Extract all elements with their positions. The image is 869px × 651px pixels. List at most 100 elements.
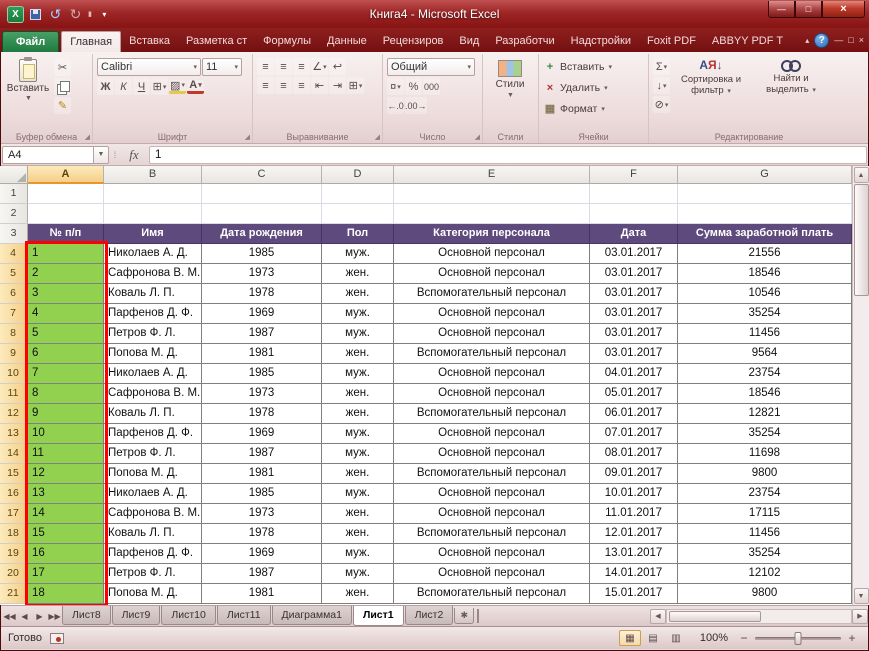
cell-C18[interactable]: 1978 <box>202 524 322 544</box>
cell-E20[interactable]: Основной персонал <box>394 564 590 584</box>
borders-icon[interactable]: ⊞▾ <box>151 78 168 95</box>
cell-G9[interactable]: 9564 <box>678 344 852 364</box>
decrease-decimal-icon[interactable]: .00→ <box>405 97 427 114</box>
minimize-ribbon-icon[interactable]: ▴ <box>805 36 809 45</box>
excel-app-icon[interactable]: X <box>7 6 24 23</box>
cell-C11[interactable]: 1973 <box>202 384 322 404</box>
cell-D16[interactable]: муж. <box>322 484 394 504</box>
horizontal-scroll-thumb[interactable] <box>669 611 761 622</box>
zoom-level[interactable]: 100% <box>696 632 728 644</box>
orientation-icon[interactable]: ∠▾ <box>311 58 328 75</box>
undo-button[interactable]: ↺ <box>47 6 64 23</box>
styles-button[interactable]: Стили ▼ <box>487 56 533 99</box>
scroll-up-icon[interactable]: ▲ <box>854 167 869 183</box>
cell-E16[interactable]: Основной персонал <box>394 484 590 504</box>
cell-A2[interactable] <box>28 204 104 224</box>
cell-F18[interactable]: 12.01.2017 <box>590 524 678 544</box>
sort-filter-button[interactable]: АЯ↓ Сортировка и фильтр ▾ <box>672 56 750 129</box>
zoom-track[interactable] <box>755 637 841 640</box>
cell-G3[interactable]: Сумма заработной плать <box>678 224 852 244</box>
cell-F19[interactable]: 13.01.2017 <box>590 544 678 564</box>
cell-A1[interactable] <box>28 184 104 204</box>
cell-D2[interactable] <box>322 204 394 224</box>
cell-A21[interactable]: 18 <box>28 584 104 604</box>
cell-B13[interactable]: Парфенов Д. Ф. <box>104 424 202 444</box>
cell-D17[interactable]: жен. <box>322 504 394 524</box>
cell-C14[interactable]: 1987 <box>202 444 322 464</box>
row-header-18[interactable]: 18 <box>0 524 28 544</box>
cell-B4[interactable]: Николаев А. Д. <box>104 244 202 264</box>
cell-G6[interactable]: 10546 <box>678 284 852 304</box>
row-header-12[interactable]: 12 <box>0 404 28 424</box>
cell-F12[interactable]: 06.01.2017 <box>590 404 678 424</box>
tab-Разработчи[interactable]: Разработчи <box>487 31 562 52</box>
cell-F2[interactable] <box>590 204 678 224</box>
cell-D6[interactable]: жен. <box>322 284 394 304</box>
prev-sheet-icon[interactable]: ◀ <box>17 609 32 624</box>
page-break-view-button[interactable]: ▥ <box>665 630 687 646</box>
cell-F13[interactable]: 07.01.2017 <box>590 424 678 444</box>
insert-function-icon[interactable]: fx <box>121 147 147 163</box>
align-center-icon[interactable]: ≡ <box>275 77 292 94</box>
cell-F10[interactable]: 04.01.2017 <box>590 364 678 384</box>
cell-D19[interactable]: муж. <box>322 544 394 564</box>
cell-A7[interactable]: 4 <box>28 304 104 324</box>
row-header-3[interactable]: 3 <box>0 224 28 244</box>
cell-E1[interactable] <box>394 184 590 204</box>
clipboard-dialog-launcher[interactable]: ◢ <box>85 133 90 141</box>
cell-B11[interactable]: Сафронова В. М. <box>104 384 202 404</box>
row-header-11[interactable]: 11 <box>0 384 28 404</box>
cell-G12[interactable]: 12821 <box>678 404 852 424</box>
row-header-4[interactable]: 4 <box>0 244 28 264</box>
cell-F17[interactable]: 11.01.2017 <box>590 504 678 524</box>
cell-D12[interactable]: жен. <box>322 404 394 424</box>
row-header-10[interactable]: 10 <box>0 364 28 384</box>
cell-A11[interactable]: 8 <box>28 384 104 404</box>
scroll-down-icon[interactable]: ▼ <box>854 588 869 604</box>
scroll-right-icon[interactable]: ▶ <box>852 609 868 624</box>
cell-A15[interactable]: 12 <box>28 464 104 484</box>
column-header-C[interactable]: C <box>202 166 322 184</box>
next-sheet-icon[interactable]: ▶ <box>32 609 47 624</box>
cell-E3[interactable]: Категория персонала <box>394 224 590 244</box>
cell-B14[interactable]: Петров Ф. Л. <box>104 444 202 464</box>
cell-A13[interactable]: 10 <box>28 424 104 444</box>
cell-A5[interactable]: 2 <box>28 264 104 284</box>
cell-E7[interactable]: Основной персонал <box>394 304 590 324</box>
increase-indent-icon[interactable]: ⇥ <box>329 77 346 94</box>
cell-C1[interactable] <box>202 184 322 204</box>
cell-E19[interactable]: Основной персонал <box>394 544 590 564</box>
cell-G11[interactable]: 18546 <box>678 384 852 404</box>
cell-E18[interactable]: Вспомогательный персонал <box>394 524 590 544</box>
cell-F7[interactable]: 03.01.2017 <box>590 304 678 324</box>
cell-D14[interactable]: муж. <box>322 444 394 464</box>
cell-C15[interactable]: 1981 <box>202 464 322 484</box>
comma-style-button[interactable]: 000 <box>423 78 440 95</box>
cell-F15[interactable]: 09.01.2017 <box>590 464 678 484</box>
cell-D7[interactable]: муж. <box>322 304 394 324</box>
cell-C16[interactable]: 1985 <box>202 484 322 504</box>
cell-G2[interactable] <box>678 204 852 224</box>
italic-button[interactable]: К <box>115 78 132 95</box>
cell-F16[interactable]: 10.01.2017 <box>590 484 678 504</box>
cell-E14[interactable]: Основной персонал <box>394 444 590 464</box>
align-right-icon[interactable]: ≡ <box>293 77 310 94</box>
cell-D18[interactable]: жен. <box>322 524 394 544</box>
underline-button[interactable]: Ч <box>133 78 150 95</box>
column-header-B[interactable]: B <box>104 166 202 184</box>
cell-A18[interactable]: 15 <box>28 524 104 544</box>
cell-F5[interactable]: 03.01.2017 <box>590 264 678 284</box>
zoom-thumb[interactable] <box>795 632 802 645</box>
cell-B8[interactable]: Петров Ф. Л. <box>104 324 202 344</box>
row-header-2[interactable]: 2 <box>0 204 28 224</box>
cell-E15[interactable]: Вспомогательный персонал <box>394 464 590 484</box>
cell-A6[interactable]: 3 <box>28 284 104 304</box>
cell-D3[interactable]: Пол <box>322 224 394 244</box>
cell-A20[interactable]: 17 <box>28 564 104 584</box>
align-middle-icon[interactable]: ≡ <box>275 58 292 75</box>
minimize-button[interactable]: — <box>768 1 795 18</box>
autosum-button[interactable]: Σ▾ <box>653 58 670 75</box>
column-header-E[interactable]: E <box>394 166 590 184</box>
tab-Формулы[interactable]: Формулы <box>255 31 319 52</box>
merge-center-icon[interactable]: ⊞▾ <box>347 77 364 94</box>
